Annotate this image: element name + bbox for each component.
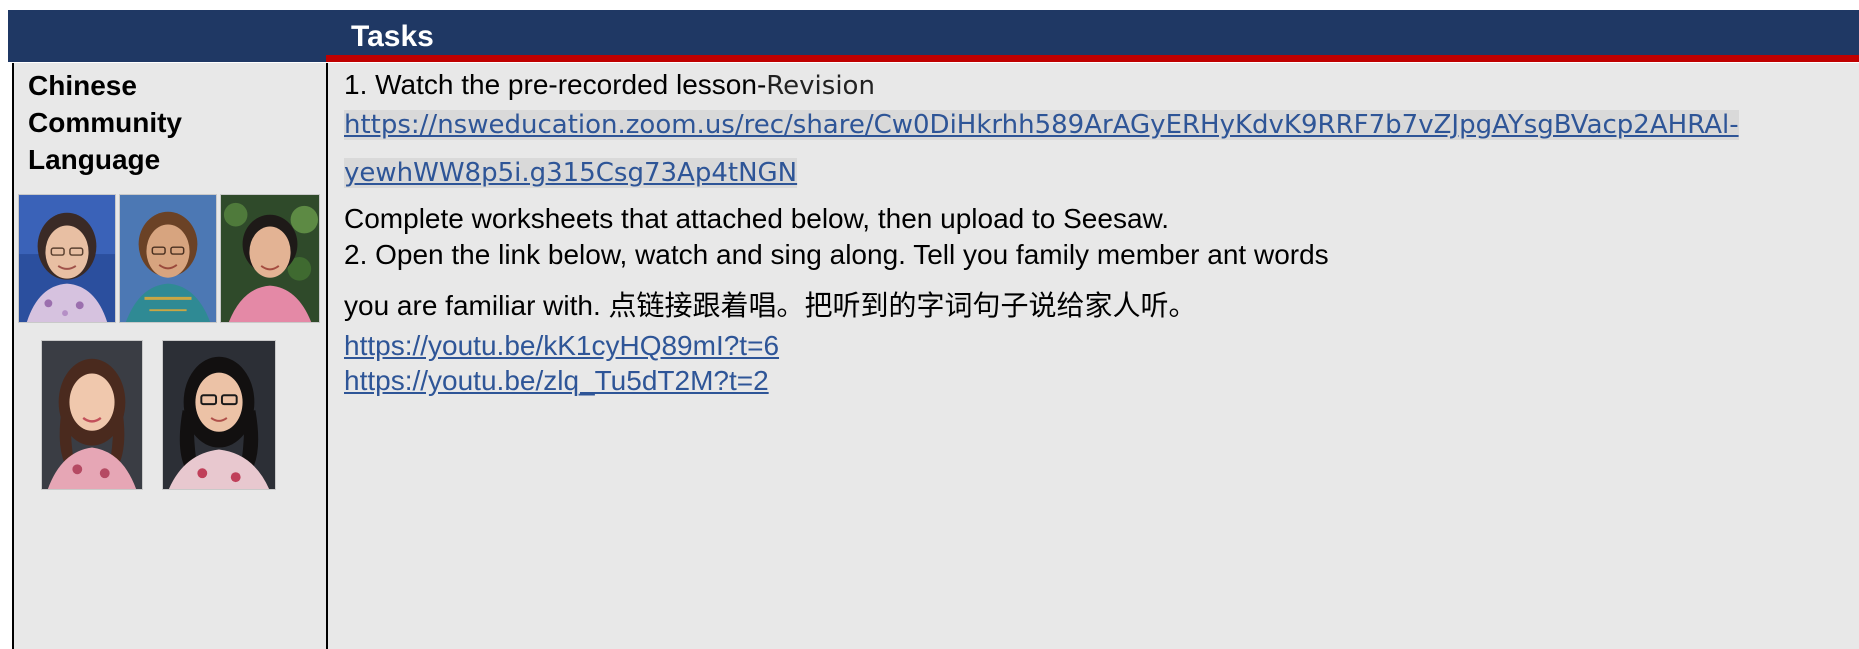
- subject-title-line-1: Chinese: [28, 70, 137, 101]
- worksheets-instruction: Complete worksheets that attached below,…: [344, 203, 1169, 234]
- zoom-recording-link-line-1[interactable]: https://nsweducation.zoom.us/rec/share/C…: [344, 110, 1739, 140]
- task-step-2-line-2: you are familiar with. 点链接跟着唱。把听到的字词句子说给…: [344, 290, 1197, 321]
- teacher-photo-5: [162, 340, 276, 490]
- task-step-2-line-1: 2. Open the link below, watch and sing a…: [344, 239, 1329, 270]
- header-red-accent-line: [326, 55, 1859, 62]
- task-step-1-text: 1. Watch the pre-recorded lesson-: [344, 69, 767, 100]
- zoom-recording-link-line-2[interactable]: yewhWW8p5i.g315Csg73Ap4tNGN: [344, 158, 798, 188]
- tasks-header-title: Tasks: [351, 20, 434, 53]
- document-page: Tasks Chinese Community Language 1. Watc…: [0, 0, 1859, 649]
- teacher-photo-3: [220, 194, 320, 323]
- tasks-cell: 1. Watch the pre-recorded lesson-Revisio…: [328, 63, 1859, 649]
- task-step-1-revision: Revision: [766, 71, 875, 101]
- subject-title: Chinese Community Language: [28, 67, 248, 178]
- teacher-photo-4: [41, 340, 143, 490]
- subject-title-line-2: Community: [28, 107, 182, 138]
- youtube-link-2[interactable]: https://youtu.be/zlq_Tu5dT2M?t=2: [344, 365, 769, 397]
- teacher-photo-1: [18, 194, 116, 323]
- task-step-1: 1. Watch the pre-recorded lesson-Revisio…: [344, 69, 875, 101]
- teacher-photo-2: [119, 194, 217, 323]
- subject-cell: Chinese Community Language: [12, 63, 328, 649]
- youtube-link-1[interactable]: https://youtu.be/kK1cyHQ89mI?t=6: [344, 330, 779, 362]
- subject-title-line-3: Language: [28, 144, 161, 175]
